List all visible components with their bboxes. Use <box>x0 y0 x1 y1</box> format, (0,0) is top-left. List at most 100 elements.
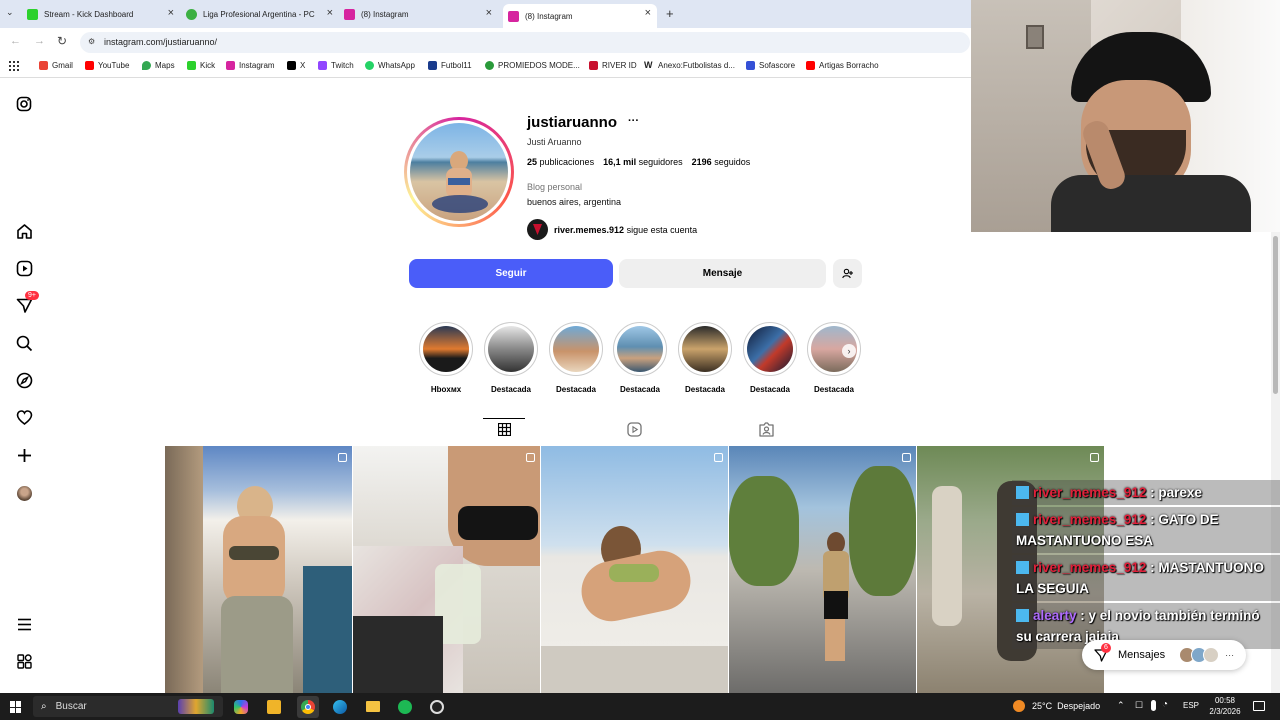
tab-instagram-1[interactable]: (8) Instagram × <box>344 4 498 24</box>
chrome-icon[interactable] <box>297 696 319 718</box>
close-tab-icon[interactable]: × <box>645 7 651 19</box>
highlight-cover <box>553 326 599 372</box>
bookmark-label: Anexo:Futbolistas d... <box>658 61 735 70</box>
notifications-icon[interactable] <box>1253 701 1265 711</box>
bookmark-kick[interactable]: Kick <box>187 61 215 70</box>
post-thumbnail[interactable] <box>729 446 916 693</box>
search-icon[interactable] <box>15 334 33 352</box>
tab-reels[interactable] <box>627 422 642 442</box>
weather-text[interactable]: 25°C Despejado <box>1032 701 1100 711</box>
scrollbar-thumb[interactable] <box>1273 236 1278 394</box>
instagram-logo-icon[interactable] <box>15 95 33 113</box>
tab-kick-dashboard[interactable]: Stream - Kick Dashboard × <box>27 4 180 24</box>
highlight-item[interactable]: Destacada › <box>807 322 861 394</box>
more-options-icon[interactable]: ··· <box>628 115 639 127</box>
wifi-icon[interactable]: ◔ <box>1162 699 1168 710</box>
followers-stat[interactable]: 16,1 mil seguidores <box>603 157 683 167</box>
tray-chevron-icon[interactable]: ⌃ <box>1117 700 1125 711</box>
post-thumbnail[interactable] <box>353 446 540 693</box>
highlight-item[interactable]: Destacada <box>613 322 667 394</box>
also-from-meta-icon[interactable] <box>15 652 33 670</box>
highlight-item[interactable]: Destacada <box>484 322 538 394</box>
address-bar[interactable]: ⚙ instagram.com/justiaruanno/ <box>80 32 970 53</box>
kick-icon <box>187 61 196 70</box>
tray-apps-icon[interactable]: ☐ <box>1135 700 1143 711</box>
chat-username: alearty <box>1033 608 1077 623</box>
forward-icon[interactable]: → <box>34 35 45 47</box>
bookmark-artigas[interactable]: Artigas Borracho <box>806 61 879 70</box>
close-tab-icon[interactable]: × <box>327 7 333 19</box>
back-icon[interactable]: ← <box>10 35 21 47</box>
apps-grid-icon[interactable] <box>9 61 19 71</box>
tab-tagged[interactable] <box>759 422 774 442</box>
clock[interactable]: 00:58 2/3/2026 <box>1207 695 1243 717</box>
spotify-icon[interactable] <box>398 700 412 714</box>
profile-photo <box>410 123 508 221</box>
bookmark-x[interactable]: X <box>287 61 305 70</box>
bookmark-youtube[interactable]: YouTube <box>85 61 129 70</box>
bookmark-label: Sofascore <box>759 61 796 70</box>
reload-icon[interactable]: ↻ <box>57 34 67 48</box>
post-thumbnail[interactable] <box>165 446 352 693</box>
new-tab-button[interactable]: + <box>666 6 674 21</box>
profile-avatar[interactable] <box>404 117 514 227</box>
more-icon[interactable]: ··· <box>1225 650 1234 660</box>
bookmark-futbol11[interactable]: Futbol11 <box>428 61 472 70</box>
followed-by[interactable]: river.memes.912 sigue esta cuenta <box>527 219 697 240</box>
kick-badge-icon <box>1016 609 1029 622</box>
clock-time: 00:58 <box>1214 696 1236 705</box>
highlight-item[interactable]: Hboxмx <box>419 322 473 394</box>
bookmark-anexo[interactable]: W Anexo:Futbolistas d... <box>644 61 735 71</box>
message-button[interactable]: Mensaje <box>619 259 826 288</box>
chat-message: river_memes_912 : parexe <box>1012 480 1280 505</box>
bookmark-gmail[interactable]: Gmail <box>39 61 73 70</box>
bookmark-promiedos[interactable]: PROMIEDOS MODE... <box>485 61 580 70</box>
explore-icon[interactable] <box>15 371 33 389</box>
next-highlights-icon[interactable]: › <box>842 344 856 358</box>
obs-icon[interactable] <box>430 700 444 714</box>
messages-icon[interactable]: 9+ <box>15 291 39 314</box>
lang-indicator[interactable]: ESP <box>1183 701 1199 710</box>
bookmark-instagram[interactable]: Instagram <box>226 61 275 70</box>
highlight-item[interactable]: Destacada <box>678 322 732 394</box>
tab-posts[interactable] <box>483 418 525 446</box>
bookmark-whatsapp[interactable]: WhatsApp <box>365 61 415 70</box>
microphone-icon[interactable] <box>1151 700 1156 711</box>
close-tab-icon[interactable]: × <box>168 7 174 19</box>
bookmark-label: Futbol11 <box>441 61 472 70</box>
bookmark-river-id[interactable]: RIVER ID <box>589 61 637 70</box>
suggested-users-button[interactable] <box>833 259 862 288</box>
home-icon[interactable] <box>15 222 33 240</box>
chat-username: river_memes_912 <box>1033 512 1147 527</box>
highlight-item[interactable]: Destacada <box>549 322 603 394</box>
messages-pill[interactable]: 6 Mensajes ··· <box>1082 640 1246 670</box>
tab-instagram-2[interactable]: (8) Instagram × <box>503 4 657 28</box>
bookmark-twitch[interactable]: Twitch <box>318 61 354 70</box>
reels-icon[interactable] <box>15 259 33 277</box>
file-explorer-icon[interactable] <box>366 701 380 712</box>
follow-button[interactable]: Seguir <box>409 259 613 288</box>
site-info-icon[interactable]: ⚙ <box>88 37 95 46</box>
following-stat[interactable]: 2196 seguidos <box>692 157 751 167</box>
store-icon[interactable] <box>267 700 281 714</box>
bookmark-maps[interactable]: Maps <box>142 61 175 70</box>
menu-hamburger-icon[interactable] <box>15 615 33 633</box>
instagram-icon <box>344 8 355 20</box>
bookmark-label: YouTube <box>98 61 130 70</box>
edge-icon[interactable] <box>333 700 347 714</box>
tab-list-chevron-icon[interactable]: ⌄ <box>6 7 20 21</box>
copilot-icon[interactable] <box>234 700 248 714</box>
messages-label: Mensajes <box>1118 649 1166 661</box>
heart-icon[interactable] <box>15 408 33 426</box>
bookmark-sofascore[interactable]: Sofascore <box>746 61 795 70</box>
post-thumbnail[interactable] <box>541 446 728 693</box>
profile-avatar-icon[interactable] <box>15 484 33 502</box>
messages-icon: 6 <box>1094 643 1111 662</box>
posts-stat[interactable]: 25 publicaciones <box>527 157 594 167</box>
close-tab-icon[interactable]: × <box>486 7 492 19</box>
taskbar-search[interactable]: ⌕ Buscar <box>33 696 223 717</box>
highlight-item[interactable]: Destacada <box>743 322 797 394</box>
tab-liga-profesional[interactable]: Liga Profesional Argentina - PC × <box>186 4 339 24</box>
create-plus-icon[interactable] <box>15 446 33 464</box>
windows-start-icon[interactable] <box>10 701 22 713</box>
